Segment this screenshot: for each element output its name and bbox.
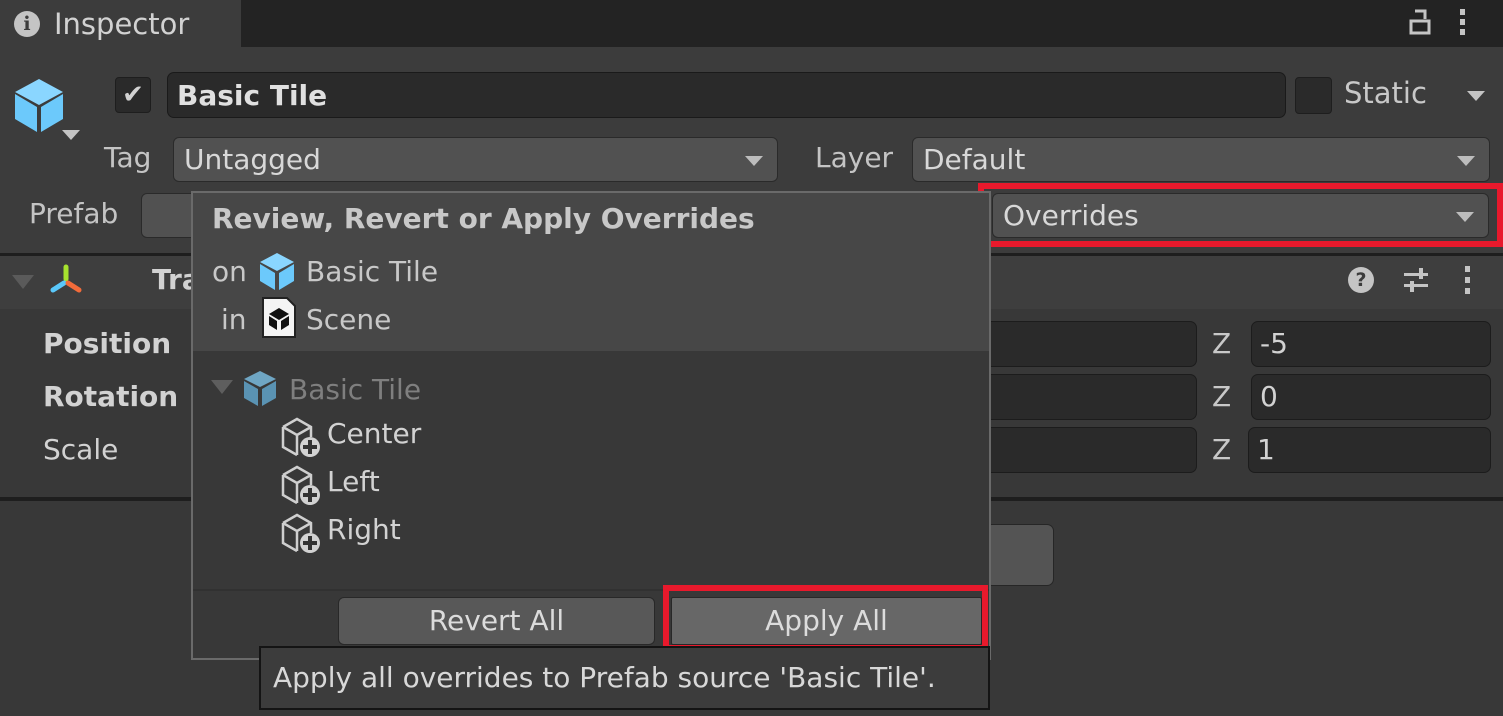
position-z-field[interactable]: -5 bbox=[1251, 321, 1491, 367]
tree-root-label[interactable]: Basic Tile bbox=[289, 373, 421, 406]
added-gameobject-icon bbox=[281, 513, 320, 553]
position-y-field[interactable] bbox=[960, 321, 1197, 367]
tooltip: Apply all overrides to Prefab source 'Ba… bbox=[259, 646, 990, 710]
tab-inspector[interactable]: i Inspector bbox=[0, 0, 241, 47]
add-component-button[interactable] bbox=[985, 524, 1054, 586]
tree-item-label: Right bbox=[327, 513, 401, 546]
prefab-cube-icon bbox=[260, 253, 294, 290]
info-icon: i bbox=[14, 10, 40, 37]
layer-value: Default bbox=[923, 143, 1026, 176]
revert-all-button[interactable]: Revert All bbox=[338, 597, 655, 645]
scale-z-field[interactable]: 1 bbox=[1248, 427, 1491, 473]
help-icon[interactable]: ? bbox=[1348, 267, 1374, 293]
foldout-arrow-icon[interactable] bbox=[12, 275, 34, 289]
in-label: in bbox=[221, 303, 247, 336]
static-checkbox[interactable] bbox=[1295, 77, 1332, 114]
scene-icon bbox=[262, 297, 296, 338]
position-label: Position bbox=[43, 327, 172, 360]
scale-z-label[interactable]: Z bbox=[1212, 433, 1231, 466]
tree-foldout-icon[interactable] bbox=[211, 380, 233, 394]
active-checkbox[interactable]: ✔ bbox=[115, 77, 151, 113]
chevron-down-icon bbox=[1457, 156, 1475, 166]
rotation-z-field[interactable]: 0 bbox=[1251, 374, 1491, 420]
highlight-box-overrides bbox=[978, 183, 1503, 247]
cube-icon[interactable] bbox=[10, 76, 68, 134]
presets-icon[interactable] bbox=[1402, 267, 1430, 293]
transform-icon bbox=[50, 264, 82, 293]
icon-dropdown-arrow-icon[interactable] bbox=[62, 130, 80, 140]
rotation-label: Rotation bbox=[43, 380, 179, 413]
tab-inspector-label: Inspector bbox=[54, 6, 190, 41]
gameobject-name-field[interactable]: Basic Tile bbox=[167, 72, 1286, 118]
checkmark-icon: ✔ bbox=[122, 80, 144, 110]
prefab-cube-icon bbox=[244, 371, 276, 406]
in-target-name: Scene bbox=[306, 303, 392, 336]
prefab-label: Prefab bbox=[29, 197, 119, 230]
tag-label: Tag bbox=[104, 141, 152, 174]
kebab-menu-icon[interactable] bbox=[1464, 265, 1472, 295]
chevron-down-icon bbox=[745, 156, 763, 166]
scale-label: Scale bbox=[43, 433, 119, 466]
added-gameobject-icon bbox=[281, 417, 320, 457]
tree-item-label: Center bbox=[327, 417, 422, 450]
kebab-menu-icon[interactable] bbox=[1459, 8, 1467, 36]
layer-dropdown[interactable]: Default bbox=[912, 137, 1490, 182]
rotation-z-label[interactable]: Z bbox=[1212, 380, 1231, 413]
tree-item-label: Left bbox=[327, 465, 380, 498]
tag-dropdown[interactable]: Untagged bbox=[173, 137, 778, 182]
popup-title: Review, Revert or Apply Overrides bbox=[212, 202, 755, 235]
added-gameobject-icon bbox=[281, 465, 320, 505]
on-target-name: Basic Tile bbox=[306, 255, 439, 288]
static-dropdown-arrow-icon[interactable] bbox=[1467, 91, 1485, 101]
layer-label: Layer bbox=[815, 141, 894, 174]
rotation-y-field[interactable] bbox=[960, 374, 1197, 420]
on-label: on bbox=[212, 255, 247, 288]
scale-y-field[interactable] bbox=[960, 427, 1197, 473]
tag-value: Untagged bbox=[184, 143, 321, 176]
lock-icon[interactable] bbox=[1409, 9, 1431, 35]
static-label: Static bbox=[1344, 76, 1427, 110]
position-z-label[interactable]: Z bbox=[1212, 327, 1231, 360]
highlight-box-apply-all bbox=[663, 585, 988, 651]
